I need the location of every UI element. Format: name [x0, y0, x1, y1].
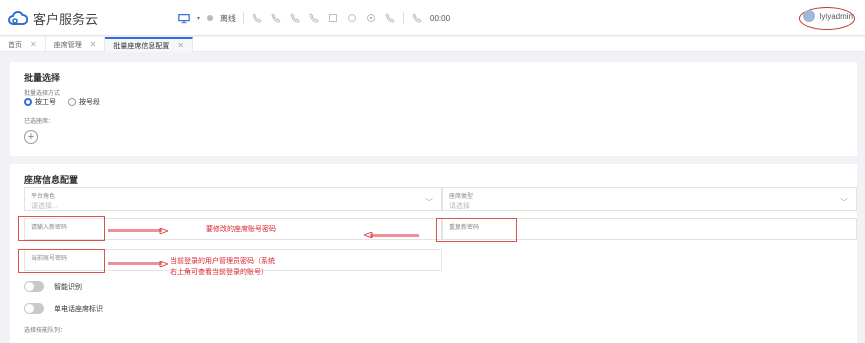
radio-unchecked-icon [68, 98, 76, 106]
conference-icon[interactable] [365, 13, 377, 23]
app-logo[interactable]: 客户服务云 [8, 9, 98, 28]
user-menu[interactable]: lyiyadmin [802, 10, 853, 22]
field-placeholder: 请选择... [31, 203, 58, 210]
section-title: 批量选择 [24, 73, 61, 83]
annotation-box [18, 216, 105, 241]
toggle-knob [25, 304, 34, 313]
status-dot-icon [207, 15, 214, 21]
phone-toolbar: ▾ 离线 00:00 [178, 12, 450, 24]
annotation-arrow-right [108, 261, 168, 267]
annotation-arrow-right [108, 228, 168, 234]
close-icon[interactable]: ✕ [30, 40, 37, 49]
toggle-label: 单电话座席标识 [54, 305, 103, 313]
chevron-down-icon: ﹀ [840, 198, 848, 207]
method-radio-group: 按工号 按号段 [24, 97, 100, 107]
close-icon[interactable]: ✕ [177, 41, 184, 50]
field-label: 平台角色 [31, 194, 56, 200]
toggle-label: 智能识别 [54, 283, 82, 291]
annotation-note: 右上角可查看当前登录的账号） [170, 269, 268, 276]
mute-icon[interactable] [327, 13, 339, 23]
tab-batch-seat-config[interactable]: 批量座席信息配置 ✕ [105, 37, 194, 52]
user-name: lyiyadmin [819, 11, 853, 21]
plus-icon: + [27, 130, 35, 143]
tab-label: 座席管理 [53, 41, 82, 49]
consult-icon[interactable] [346, 13, 358, 23]
phone-answer-icon[interactable] [251, 13, 263, 23]
selected-seats-label: 已选座席： [24, 119, 55, 125]
chevron-down-icon[interactable]: ▾ [197, 15, 200, 22]
radio-label: 按工号 [35, 99, 56, 106]
field-label: 座席类型 [449, 194, 474, 200]
smart-recognition-toggle[interactable] [24, 281, 44, 292]
phone-hangup-icon[interactable] [270, 13, 282, 23]
annotation-box [18, 249, 105, 273]
radio-by-employee-id[interactable]: 按工号 [24, 97, 56, 107]
seat-type-select[interactable]: 座席类型 请选择 ﹀ [442, 187, 857, 211]
batch-select-panel: 批量选择 批量选择方式 按工号 按号段 已选座席： + [10, 62, 857, 156]
tab-label: 首页 [8, 41, 22, 49]
monitor-icon[interactable] [178, 13, 190, 23]
app-window: 客户服务云 ▾ 离线 00:00 lyiyadmin 首页 ✕ 座席管理 ✕ 批… [0, 0, 865, 343]
phone-hold-icon[interactable] [308, 13, 320, 23]
smart-recognition-row: 智能识别 [24, 281, 82, 292]
annotation-note: 要修改的座席账号密码 [206, 226, 276, 233]
seat-config-panel: 座席信息配置 平台角色 请选择... ﹀ 座席类型 请选择 ﹀ 请输入新密码 重… [10, 164, 857, 343]
status-label: 离线 [220, 13, 237, 23]
field-placeholder: 请选择 [449, 203, 470, 210]
toolbar-divider [243, 12, 245, 24]
toggle-knob [25, 282, 34, 291]
app-title: 客户服务云 [33, 12, 99, 27]
top-header: 客户服务云 ▾ 离线 00:00 lyiyadmin [0, 0, 865, 36]
radio-checked-icon [24, 98, 32, 106]
call-timer-icon [411, 13, 423, 23]
call-timer: 00:00 [430, 13, 451, 23]
tab-bar: 首页 ✕ 座席管理 ✕ 批量座席信息配置 ✕ [0, 37, 865, 52]
single-phone-row: 单电话座席标识 [24, 303, 103, 314]
tab-seat-management[interactable]: 座席管理 ✕ [46, 37, 106, 52]
add-seat-button[interactable]: + [24, 130, 38, 144]
radio-by-number-range[interactable]: 按号段 [68, 97, 100, 107]
tab-label: 批量座席信息配置 [113, 42, 170, 50]
close-icon[interactable]: ✕ [90, 40, 97, 49]
radio-label: 按号段 [79, 99, 100, 106]
tab-home[interactable]: 首页 ✕ [0, 37, 46, 52]
platform-role-select[interactable]: 平台角色 请选择... ﹀ [24, 187, 442, 211]
section-title: 座席信息配置 [24, 175, 79, 185]
method-label: 批量选择方式 [24, 91, 61, 97]
annotation-note: 当前登录的用户管理员密码（系统 [170, 258, 275, 265]
chevron-down-icon: ﹀ [425, 198, 433, 207]
phone-transfer-icon[interactable] [289, 13, 301, 23]
single-phone-toggle[interactable] [24, 303, 44, 314]
cloud-logo-icon [8, 10, 28, 25]
skill-queue-label: 选择技能队列： [24, 328, 67, 334]
annotation-box [436, 218, 517, 242]
annotation-arrow-left [364, 232, 419, 238]
callback-icon[interactable] [384, 13, 396, 23]
avatar-icon [802, 10, 815, 22]
toolbar-divider [403, 12, 405, 24]
